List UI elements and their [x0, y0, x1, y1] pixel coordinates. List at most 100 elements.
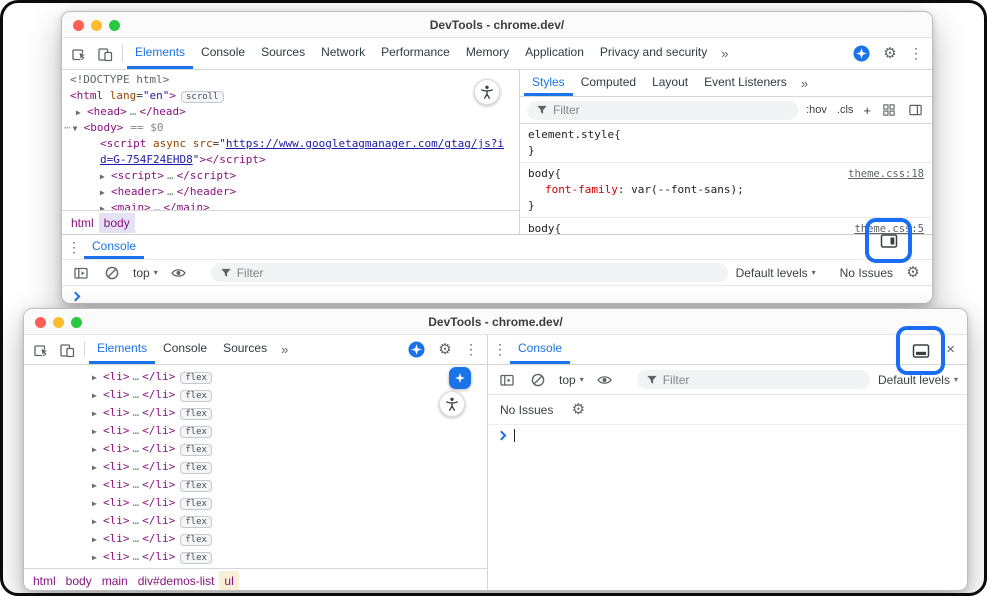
close-panel-icon[interactable]: ×	[946, 341, 967, 358]
dom-tree[interactable]: <!DOCTYPE html><html lang="en">scroll▶<h…	[62, 70, 519, 210]
css-property-name[interactable]: font-family	[528, 183, 618, 196]
breadcrumb-item-body[interactable]: body	[99, 213, 135, 233]
expand-arrow-icon[interactable]: ▶	[92, 441, 103, 459]
console-sidebar-toggle-icon[interactable]	[494, 372, 520, 388]
more-tabs-icon[interactable]: »	[275, 335, 294, 364]
drawer-kebab-menu-icon[interactable]: ⋮	[490, 341, 510, 358]
clear-console-icon[interactable]	[99, 265, 125, 281]
breadcrumb-item-div-demos-list[interactable]: div#demos-list	[133, 571, 220, 591]
execution-context-selector[interactable]: top▾	[556, 373, 587, 387]
grid-overlays-icon[interactable]	[879, 103, 899, 117]
console-settings-gear-icon[interactable]: ⚙	[565, 402, 591, 417]
inspect-element-icon[interactable]	[28, 335, 54, 364]
more-tabs-icon[interactable]: »	[715, 38, 734, 69]
minimize-window-button[interactable]	[53, 317, 64, 328]
tab-sources[interactable]: Sources	[215, 335, 275, 364]
kebab-menu-icon[interactable]: ⋮	[906, 45, 926, 62]
new-style-rule-button[interactable]: +	[861, 103, 873, 118]
more-styles-tabs-icon[interactable]: »	[795, 70, 814, 96]
kebab-menu-icon[interactable]: ⋮	[461, 341, 481, 358]
close-window-button[interactable]	[35, 317, 46, 328]
expand-arrow-icon[interactable]: ▶	[100, 201, 111, 210]
log-levels-dropdown[interactable]: Default levels▾	[733, 266, 819, 280]
console-prompt[interactable]	[62, 286, 932, 304]
expand-arrow-icon[interactable]: ▶	[92, 405, 103, 423]
expand-arrow-icon[interactable]: ▶	[92, 387, 103, 405]
tab-performance[interactable]: Performance	[373, 38, 458, 69]
styles-tab-layout[interactable]: Layout	[644, 70, 696, 96]
styles-filter-input[interactable]: Filter	[527, 101, 798, 120]
console-settings-gear-icon[interactable]: ⚙	[900, 265, 926, 280]
css-property-value[interactable]: var(--font-sans);	[631, 183, 744, 196]
settings-gear-icon[interactable]: ⚙	[432, 342, 458, 357]
device-toolbar-icon[interactable]	[92, 38, 118, 69]
expand-arrow-icon[interactable]: ▼	[73, 121, 84, 137]
expand-arrow-icon[interactable]: ▶	[100, 169, 111, 185]
attribute-link[interactable]: https://www.googletagmanager.com/gtag/js…	[226, 137, 504, 150]
attribute-link[interactable]: d=G-754F24EHD8	[100, 153, 193, 166]
ai-assistance-fab-icon[interactable]	[449, 367, 471, 389]
ai-assistance-icon[interactable]	[403, 341, 429, 358]
dock-drawer-bottom-button[interactable]	[911, 341, 931, 361]
styles-tab-styles[interactable]: Styles	[524, 70, 573, 96]
console-sidebar-toggle-icon[interactable]	[68, 265, 94, 281]
breadcrumb-item-ul[interactable]: ul	[219, 571, 238, 591]
styles-tab-event-listeners[interactable]: Event Listeners	[696, 70, 795, 96]
device-toolbar-icon[interactable]	[54, 335, 80, 364]
titlebar[interactable]: DevTools - chrome.dev/	[62, 12, 932, 38]
live-expression-eye-icon[interactable]	[592, 372, 618, 388]
tab-application[interactable]: Application	[517, 38, 592, 69]
breadcrumb-item-html[interactable]: html	[66, 213, 99, 233]
flex-badge[interactable]: flex	[180, 480, 212, 492]
expand-arrow-icon[interactable]: ▶	[92, 531, 103, 549]
stylesheet-source-link[interactable]: theme.css:18	[840, 166, 924, 182]
flex-badge[interactable]: flex	[180, 390, 212, 402]
flex-badge[interactable]: flex	[180, 462, 212, 474]
console-prompt[interactable]	[488, 425, 967, 445]
tab-elements[interactable]: Elements	[127, 38, 193, 69]
computed-sidebar-toggle-icon[interactable]	[905, 103, 925, 117]
tab-console[interactable]: Console	[155, 335, 215, 364]
maximize-window-button[interactable]	[71, 317, 82, 328]
tab-console-drawer[interactable]: Console	[84, 235, 144, 259]
flex-badge[interactable]: flex	[180, 426, 212, 438]
drawer-kebab-menu-icon[interactable]: ⋮	[64, 239, 84, 256]
flex-badge[interactable]: flex	[180, 552, 212, 564]
tab-elements[interactable]: Elements	[89, 335, 155, 364]
close-window-button[interactable]	[73, 20, 84, 31]
execution-context-selector[interactable]: top▾	[130, 266, 161, 280]
node-menu-dots-icon[interactable]: ⋯	[64, 121, 72, 134]
flex-badge[interactable]: flex	[180, 498, 212, 510]
dock-drawer-right-button[interactable]	[879, 231, 899, 251]
accessibility-icon[interactable]	[474, 79, 500, 105]
flex-badge[interactable]: flex	[180, 372, 212, 384]
expand-arrow-icon[interactable]: ▶	[92, 549, 103, 567]
scroll-badge[interactable]: scroll	[181, 91, 224, 103]
flex-badge[interactable]: flex	[180, 444, 212, 456]
breadcrumb-item-html[interactable]: html	[28, 571, 61, 591]
expand-arrow-icon[interactable]: ▶	[92, 423, 103, 441]
breadcrumb-item-body[interactable]: body	[61, 571, 97, 591]
issues-counter[interactable]: No Issues	[498, 403, 555, 417]
maximize-window-button[interactable]	[109, 20, 120, 31]
tab-sources[interactable]: Sources	[253, 38, 313, 69]
accessibility-icon[interactable]	[439, 391, 465, 417]
tab-memory[interactable]: Memory	[458, 38, 517, 69]
expand-arrow-icon[interactable]: ▶	[92, 513, 103, 531]
expand-arrow-icon[interactable]: ▶	[76, 105, 87, 121]
issues-counter[interactable]: No Issues	[838, 266, 895, 280]
expand-arrow-icon[interactable]: ▶	[92, 459, 103, 477]
tab-network[interactable]: Network	[313, 38, 373, 69]
element-classes-button[interactable]: .cls	[835, 104, 856, 116]
flex-badge[interactable]: flex	[180, 516, 212, 528]
expand-arrow-icon[interactable]: ▶	[92, 495, 103, 513]
settings-gear-icon[interactable]: ⚙	[877, 46, 903, 61]
expand-arrow-icon[interactable]: ▶	[92, 477, 103, 495]
flex-badge[interactable]: flex	[180, 408, 212, 420]
live-expression-eye-icon[interactable]	[166, 265, 192, 281]
tab-privacy-and-security[interactable]: Privacy and security	[592, 38, 715, 69]
minimize-window-button[interactable]	[91, 20, 102, 31]
expand-arrow-icon[interactable]: ▶	[100, 185, 111, 201]
clear-console-icon[interactable]	[525, 372, 551, 388]
tab-console[interactable]: Console	[193, 38, 253, 69]
